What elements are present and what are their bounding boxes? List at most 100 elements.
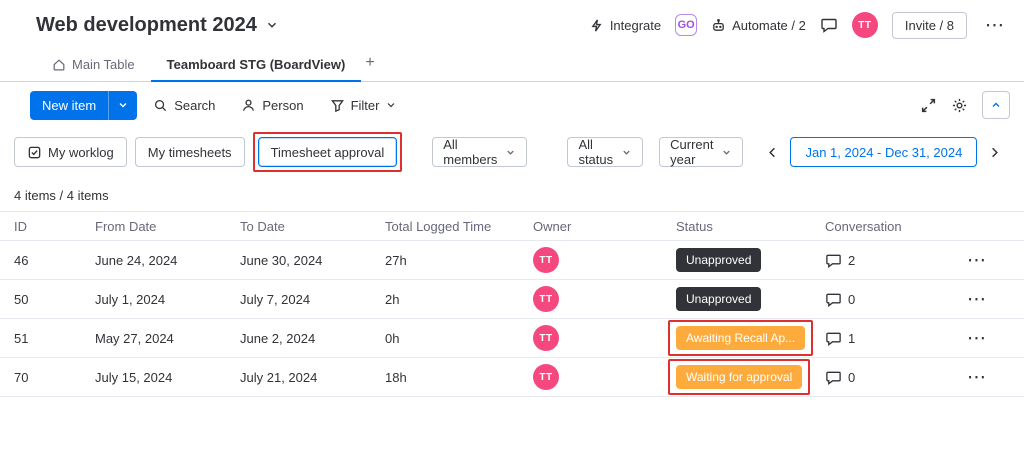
owner-avatar[interactable]: TT (533, 364, 559, 390)
cell-to-date[interactable]: June 30, 2024 (240, 253, 385, 268)
status-badge[interactable]: Awaiting Recall Ap... (676, 326, 806, 350)
all-members-value: All members (443, 137, 498, 167)
owner-avatar[interactable]: TT (533, 286, 559, 312)
cell-conversation[interactable]: 2 (825, 252, 945, 269)
filter-button[interactable]: Filter (320, 91, 408, 120)
cell-status[interactable]: Awaiting Recall Ap... (668, 320, 825, 356)
person-icon (241, 98, 256, 113)
current-year-select[interactable]: Current year (659, 137, 744, 167)
cell-status[interactable]: Unapproved (676, 242, 825, 278)
cell-conversation[interactable]: 1 (825, 330, 945, 347)
cell-owner[interactable]: TT (533, 286, 676, 312)
cell-conversation[interactable]: 0 (825, 291, 945, 308)
table-row[interactable]: 46 June 24, 2024 June 30, 2024 27h TT Un… (0, 241, 1024, 280)
cell-conversation[interactable]: 0 (825, 369, 945, 386)
tab-teamboard[interactable]: Teamboard STG (BoardView) (150, 57, 362, 82)
date-range-button[interactable]: Jan 1, 2024 - Dec 31, 2024 (790, 137, 978, 167)
new-item-split-button[interactable]: New item (30, 90, 138, 120)
column-header-owner[interactable]: Owner (533, 219, 676, 234)
owner-avatar[interactable]: TT (533, 247, 559, 273)
person-filter-button[interactable]: Person (231, 91, 313, 120)
add-tab-button[interactable]: + (361, 54, 384, 81)
timesheet-approval-label: Timesheet approval (270, 144, 385, 160)
status-badge[interactable]: Unapproved (676, 248, 762, 272)
expand-fullscreen-icon[interactable] (920, 97, 937, 114)
cell-from-date[interactable]: July 1, 2024 (95, 292, 240, 307)
cell-status[interactable]: Unapproved (676, 281, 825, 317)
settings-gear-icon[interactable] (951, 97, 968, 114)
cell-owner[interactable]: TT (533, 247, 676, 273)
all-status-select[interactable]: All status (567, 137, 644, 167)
automate-robot-icon (711, 18, 726, 33)
conversation-count: 0 (848, 291, 856, 307)
row-more-menu[interactable]: ⋯ (963, 250, 990, 271)
my-timesheets-label: My timesheets (147, 144, 232, 160)
automate-button[interactable]: Automate / 2 (711, 18, 806, 33)
column-header-status[interactable]: Status (676, 219, 825, 234)
cell-owner[interactable]: TT (533, 325, 676, 351)
tab-bar: Main Table Teamboard STG (BoardView) + (0, 50, 1024, 82)
cell-from-date[interactable]: May 27, 2024 (95, 331, 240, 346)
table-row[interactable]: 50 July 1, 2024 July 7, 2024 2h TT Unapp… (0, 280, 1024, 319)
conversation-bubble-icon (825, 291, 842, 308)
date-range-value: Jan 1, 2024 - Dec 31, 2024 (805, 144, 963, 160)
integrate-label: Integrate (609, 17, 662, 33)
my-worklog-button[interactable]: My worklog (14, 137, 127, 167)
status-badge[interactable]: Waiting for approval (676, 365, 803, 389)
board-toolbar: New item Search Person Filter (0, 82, 1024, 128)
items-count: 4 items / 4 items (14, 188, 109, 203)
new-item-chevron-down-icon[interactable] (108, 90, 138, 120)
user-avatar[interactable]: TT (851, 12, 878, 38)
checklist-icon (27, 145, 42, 160)
new-item-button[interactable]: New item (30, 90, 109, 120)
cell-status[interactable]: Waiting for approval (668, 359, 825, 395)
column-header-total-logged-time[interactable]: Total Logged Time (385, 219, 533, 234)
cell-owner[interactable]: TT (533, 364, 676, 390)
header-more-menu[interactable]: ⋯ (981, 16, 1008, 35)
all-members-select[interactable]: All members (432, 137, 528, 167)
row-more-menu[interactable]: ⋯ (963, 367, 990, 388)
filter-label: Filter (350, 97, 380, 113)
next-period-chevron-right-icon[interactable] (985, 145, 1004, 160)
status-badge[interactable]: Unapproved (676, 287, 762, 311)
integrate-button[interactable]: Integrate (589, 18, 661, 33)
conversation-button[interactable]: 0 (825, 291, 945, 308)
title-chevron-down-icon[interactable] (265, 18, 279, 32)
invite-button[interactable]: Invite / 8 (891, 11, 967, 39)
row-more-menu[interactable]: ⋯ (963, 289, 990, 310)
column-header-id[interactable]: ID (14, 219, 95, 234)
search-button[interactable]: Search (143, 91, 225, 120)
integration-hex-badge-icon[interactable]: GO (675, 14, 698, 36)
cell-to-date[interactable]: July 7, 2024 (240, 292, 385, 307)
column-header-conversation[interactable]: Conversation (825, 219, 945, 234)
timesheet-approval-button[interactable]: Timesheet approval (257, 137, 398, 167)
year-chevron-down-icon (721, 147, 732, 158)
chat-bubble-icon[interactable] (820, 16, 838, 34)
cell-to-date[interactable]: July 21, 2024 (240, 370, 385, 385)
cell-menu: ⋯ (945, 329, 1024, 348)
cell-from-date[interactable]: June 24, 2024 (95, 253, 240, 268)
column-header-from-date[interactable]: From Date (95, 219, 240, 234)
cell-to-date[interactable]: June 2, 2024 (240, 331, 385, 346)
row-more-menu[interactable]: ⋯ (963, 328, 990, 349)
my-timesheets-button[interactable]: My timesheets (134, 137, 245, 167)
page-title: Web development 2024 (36, 13, 257, 36)
cell-menu: ⋯ (945, 290, 1024, 309)
board-header: Web development 2024 Integrate GO Automa… (0, 0, 1024, 50)
table-row[interactable]: 70 July 15, 2024 July 21, 2024 18h TT Wa… (0, 358, 1024, 397)
collapse-panel-button[interactable] (982, 91, 1010, 119)
cell-menu: ⋯ (945, 251, 1024, 270)
cell-total-logged-time: 27h (385, 252, 407, 268)
tab-main-table[interactable]: Main Table (36, 57, 151, 81)
conversation-button[interactable]: 2 (825, 252, 945, 269)
filter-chevron-down-icon[interactable] (385, 99, 397, 111)
cell-from-date[interactable]: July 15, 2024 (95, 370, 240, 385)
tab-main-table-label: Main Table (72, 57, 135, 72)
column-header-to-date[interactable]: To Date (240, 219, 385, 234)
members-chevron-down-icon (505, 147, 516, 158)
owner-avatar[interactable]: TT (533, 325, 559, 351)
table-row[interactable]: 51 May 27, 2024 June 2, 2024 0h TT Await… (0, 319, 1024, 358)
conversation-button[interactable]: 1 (825, 330, 945, 347)
previous-period-chevron-left-icon[interactable] (763, 145, 782, 160)
conversation-button[interactable]: 0 (825, 369, 945, 386)
